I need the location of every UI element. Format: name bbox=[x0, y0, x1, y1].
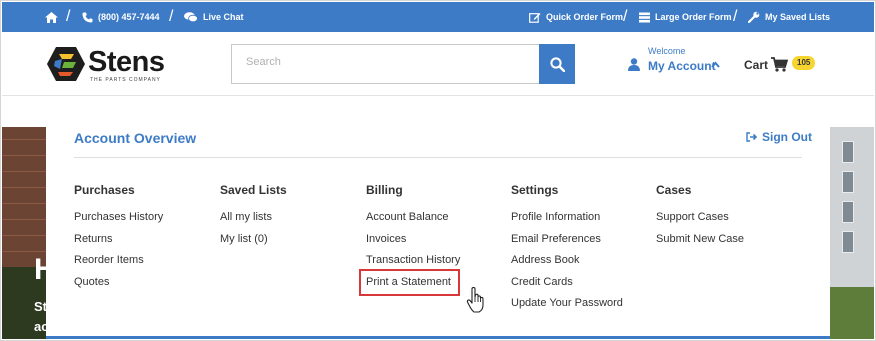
sign-out-label: Sign Out bbox=[762, 130, 812, 144]
account-overview-title[interactable]: Account Overview bbox=[74, 130, 196, 146]
column-heading: Billing bbox=[366, 183, 403, 197]
menu-link[interactable]: Address Book bbox=[511, 254, 623, 276]
cart-icon bbox=[771, 57, 788, 72]
menu-link[interactable]: Quotes bbox=[74, 276, 163, 298]
logo-tagline: THE PARTS COMPANY bbox=[90, 77, 161, 83]
search-input[interactable] bbox=[246, 56, 536, 68]
quick-order-label: Quick Order Form bbox=[546, 12, 624, 22]
live-chat-label: Live Chat bbox=[203, 12, 244, 22]
quick-order-link[interactable]: Quick Order Form bbox=[529, 2, 623, 32]
menu-link[interactable]: Invoices bbox=[366, 233, 460, 255]
site-header: Stens THE PARTS COMPANY Welcome My Accou… bbox=[2, 32, 874, 96]
purchases-column: Purchases Purchases History Returns Reor… bbox=[74, 183, 163, 297]
hand-cursor-icon bbox=[466, 287, 484, 313]
saved-lists-label: My Saved Lists bbox=[765, 12, 831, 22]
menu-link[interactable]: Purchases History bbox=[74, 211, 163, 233]
sign-out-icon bbox=[746, 132, 757, 142]
menu-link[interactable]: Profile Information bbox=[511, 211, 623, 233]
cart-count-badge: 105 bbox=[792, 56, 816, 70]
column-heading: Saved Lists bbox=[220, 183, 287, 197]
sign-out-link[interactable]: Sign Out bbox=[746, 130, 812, 144]
menu-link[interactable]: Submit New Case bbox=[656, 233, 744, 255]
menu-link[interactable]: Account Balance bbox=[366, 211, 460, 233]
chevron-up-icon bbox=[711, 61, 720, 68]
large-order-label: Large Order Form bbox=[655, 12, 732, 22]
column-heading: Cases bbox=[656, 183, 692, 197]
phone-icon bbox=[82, 12, 93, 22]
stens-logo[interactable]: Stens THE PARTS COMPANY bbox=[46, 44, 186, 84]
menu-link[interactable]: Support Cases bbox=[656, 211, 744, 233]
search-box bbox=[231, 44, 575, 84]
search-button[interactable] bbox=[539, 44, 575, 84]
my-account-label: My Account bbox=[648, 59, 716, 73]
account-overview-dropdown: Account Overview Sign Out Purchases Purc… bbox=[46, 97, 830, 339]
phone-link[interactable]: (800) 457-7444 bbox=[82, 2, 160, 32]
menu-link[interactable]: All my lists bbox=[220, 211, 287, 233]
menu-link[interactable]: Returns bbox=[74, 233, 163, 255]
divider bbox=[74, 157, 802, 158]
my-account-menu[interactable]: Welcome My Account bbox=[628, 46, 738, 76]
top-utility-bar: / (800) 457-7444 / Live Chat Quick Order… bbox=[2, 2, 874, 32]
menu-link[interactable]: Update Your Password bbox=[511, 297, 623, 319]
settings-column: Settings Profile Information Email Prefe… bbox=[511, 183, 623, 319]
divider: / bbox=[169, 8, 174, 25]
hero-image-right bbox=[830, 127, 874, 339]
live-chat-link[interactable]: Live Chat bbox=[184, 2, 244, 32]
large-order-link[interactable]: Large Order Form bbox=[639, 2, 732, 32]
highlight-box bbox=[359, 269, 460, 296]
column-heading: Settings bbox=[511, 183, 559, 197]
edit-icon bbox=[529, 12, 541, 23]
user-icon bbox=[628, 58, 640, 71]
cart-label: Cart bbox=[744, 58, 769, 72]
divider: / bbox=[66, 8, 71, 25]
chat-icon bbox=[184, 11, 198, 22]
logo-mark-icon bbox=[47, 47, 85, 81]
menu-link[interactable]: Email Preferences bbox=[511, 233, 623, 255]
menu-link[interactable]: Credit Cards bbox=[511, 276, 623, 298]
wrench-icon bbox=[748, 11, 760, 23]
menu-link[interactable]: My list (0) bbox=[220, 233, 287, 255]
divider: / bbox=[733, 8, 738, 25]
list-icon bbox=[639, 12, 650, 22]
saved-lists-link[interactable]: My Saved Lists bbox=[748, 2, 830, 32]
menu-link[interactable]: Reorder Items bbox=[74, 254, 163, 276]
home-link[interactable] bbox=[45, 2, 58, 32]
cases-column: Cases Support Cases Submit New Case bbox=[656, 183, 744, 254]
saved-lists-column: Saved Lists All my lists My list (0) bbox=[220, 183, 287, 254]
panel-bottom-accent bbox=[46, 336, 830, 339]
home-icon bbox=[45, 11, 58, 23]
divider: / bbox=[623, 8, 628, 25]
welcome-label: Welcome bbox=[648, 46, 686, 56]
logo-wordmark: Stens bbox=[88, 46, 165, 78]
search-icon bbox=[549, 56, 565, 72]
phone-number: (800) 457-7444 bbox=[98, 12, 160, 22]
column-heading: Purchases bbox=[74, 183, 135, 197]
